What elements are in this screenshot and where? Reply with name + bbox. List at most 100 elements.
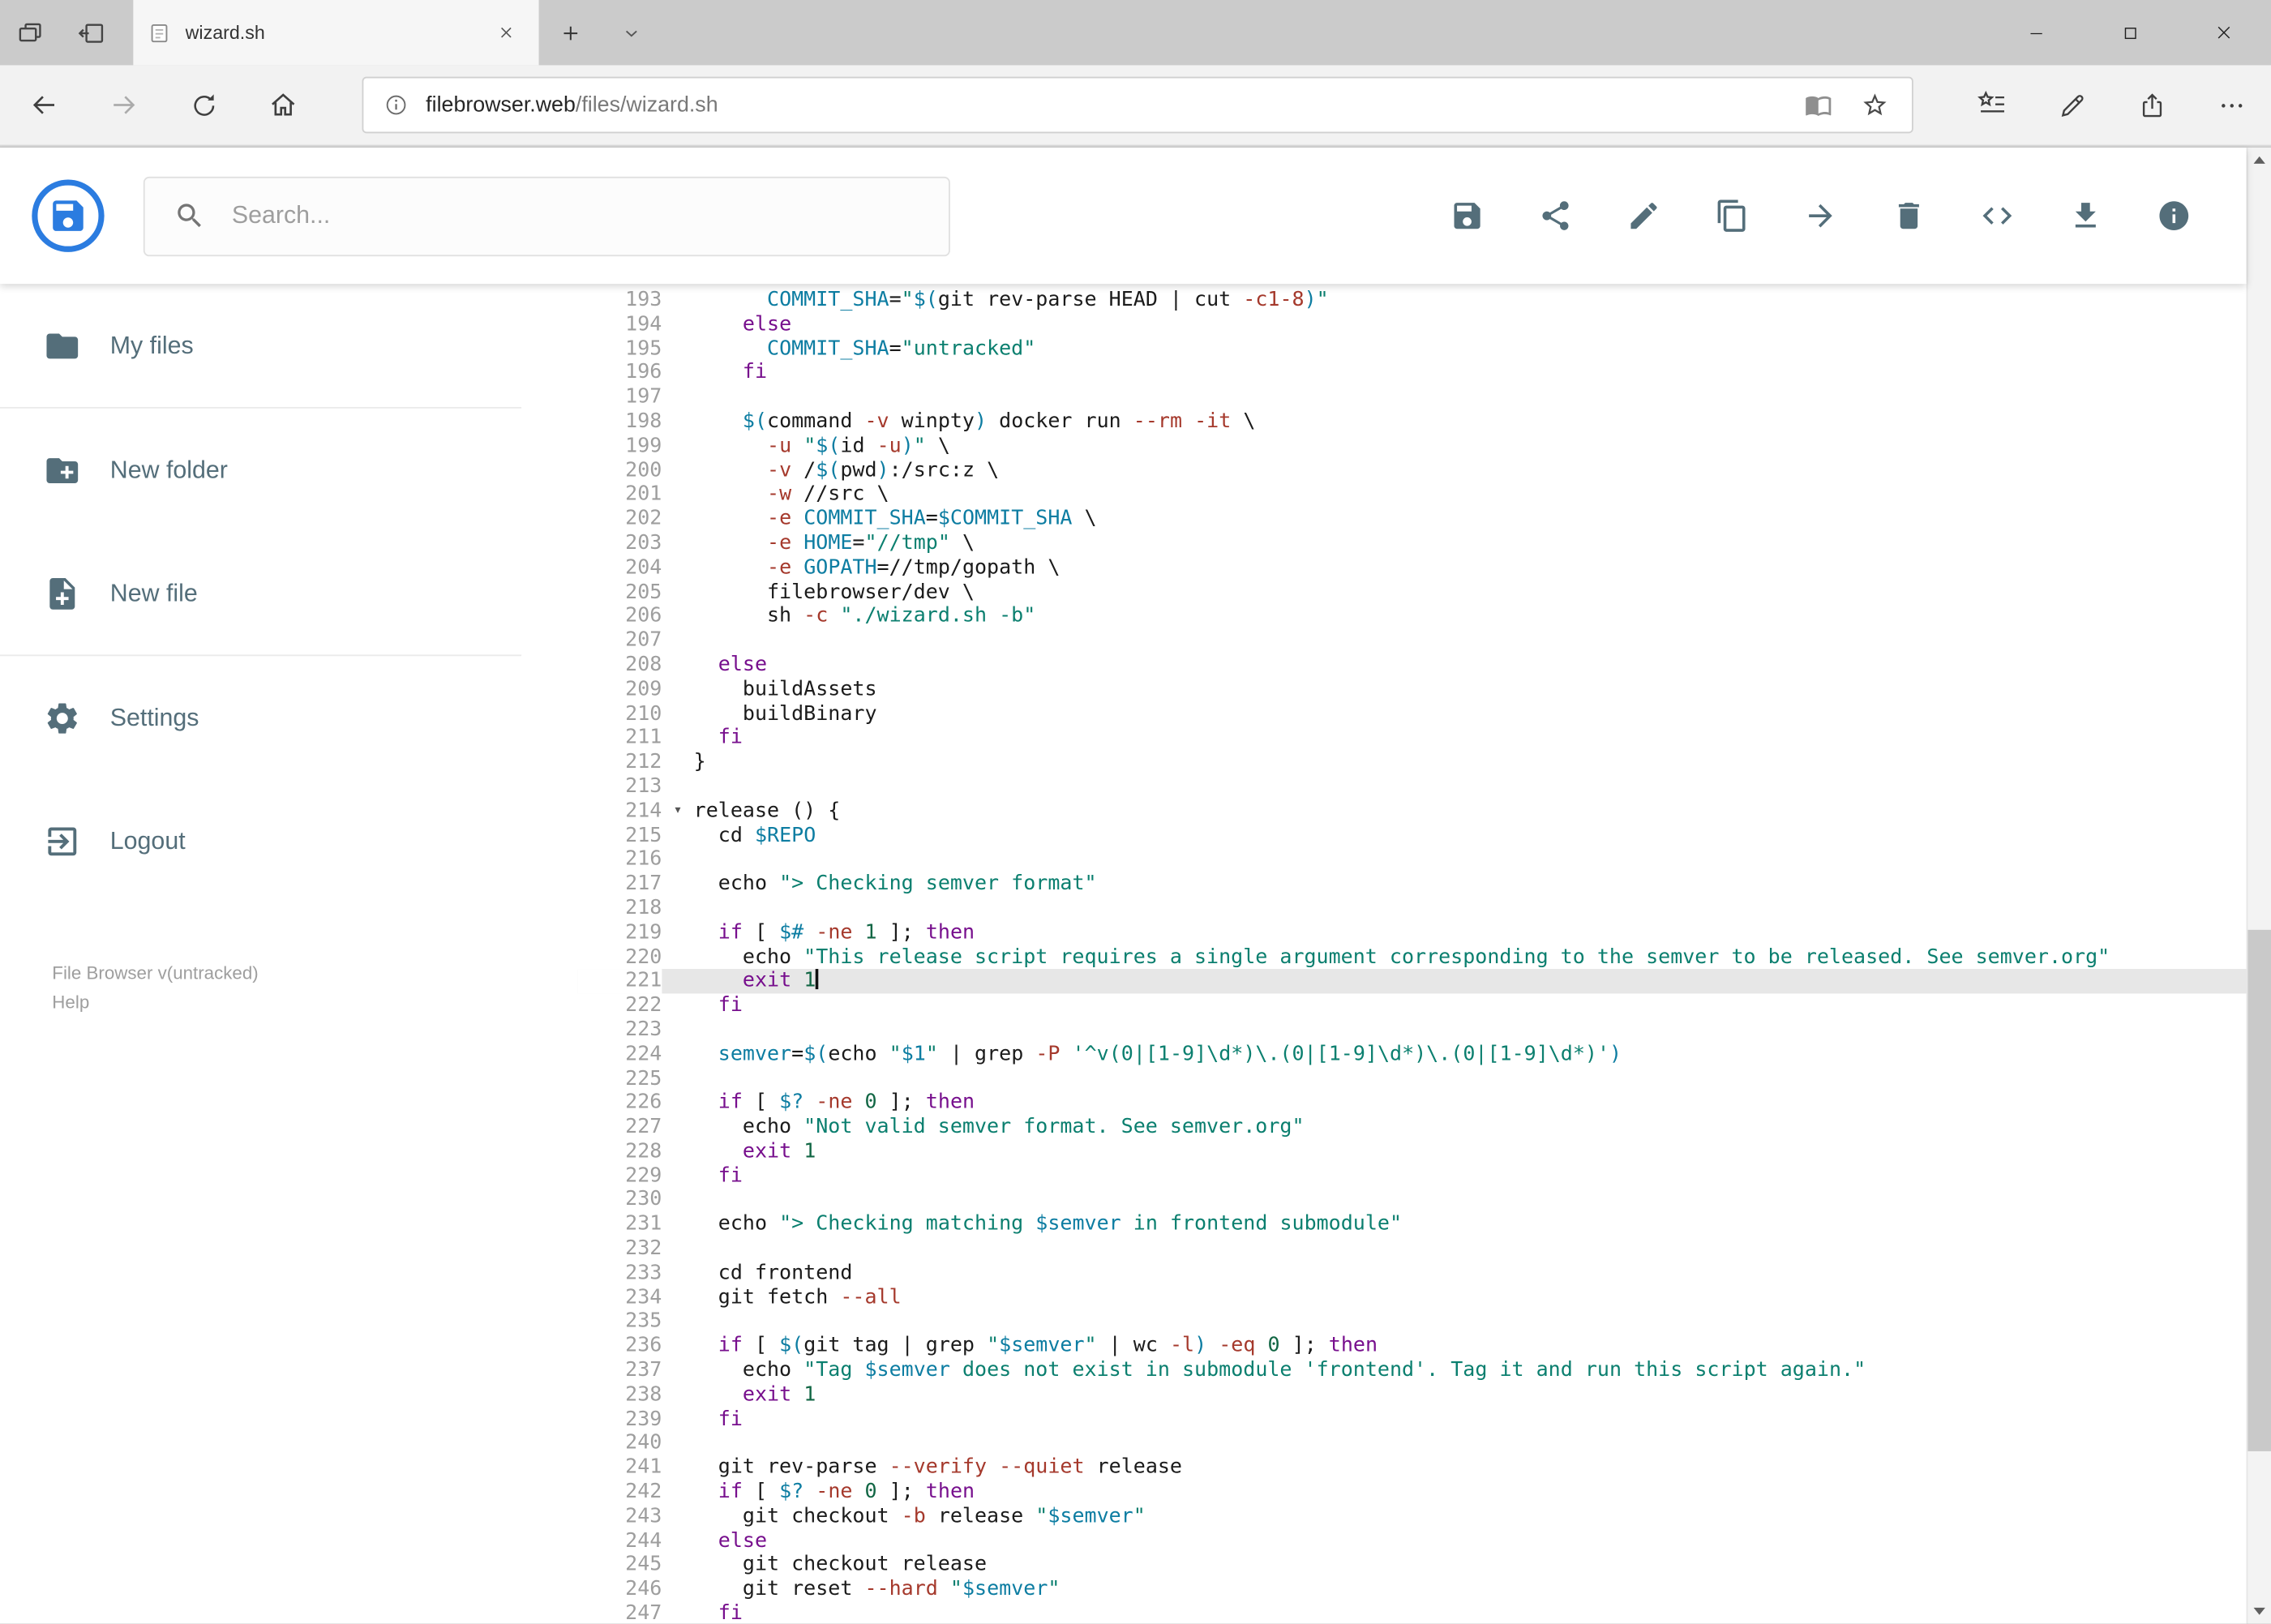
hub-button[interactable]	[1952, 65, 2032, 144]
code-line-231[interactable]: 231 echo "> Checking matching $semver in…	[577, 1212, 2247, 1237]
code-line-227[interactable]: 227 echo "Not valid semver format. See s…	[577, 1115, 2247, 1140]
code-line-193[interactable]: 193 COMMIT_SHA="$(git rev-parse HEAD | c…	[577, 288, 2247, 313]
tab-close-button[interactable]	[486, 14, 524, 51]
code-line-228[interactable]: 228 exit 1	[577, 1139, 2247, 1164]
code-text[interactable]: cd $REPO	[694, 824, 2247, 848]
close-window-button[interactable]	[2177, 0, 2271, 65]
code-line-219[interactable]: 219 if [ $# -ne 1 ]; then	[577, 920, 2247, 945]
code-line-235[interactable]: 235	[577, 1309, 2247, 1335]
sidebar-item-settings[interactable]: Settings	[0, 656, 521, 779]
code-line-239[interactable]: 239 fi	[577, 1407, 2247, 1432]
code-line-244[interactable]: 244 else	[577, 1528, 2247, 1553]
code-text[interactable]	[694, 897, 2247, 921]
code-line-241[interactable]: 241 git rev-parse --verify --quiet relea…	[577, 1455, 2247, 1480]
code-text[interactable]: git rev-parse --verify --quiet release	[694, 1456, 2247, 1480]
download-button[interactable]	[2054, 184, 2118, 248]
help-link[interactable]: Help	[52, 988, 258, 1017]
new-tab-button[interactable]	[539, 0, 603, 65]
code-text[interactable]: git reset --hard "$semver"	[694, 1578, 2247, 1602]
code-line-208[interactable]: 208 else	[577, 653, 2247, 678]
code-line-243[interactable]: 243 git checkout -b release "$semver"	[577, 1504, 2247, 1529]
code-line-201[interactable]: 201 -w //src \	[577, 482, 2247, 508]
code-line-216[interactable]: 216	[577, 847, 2247, 872]
code-text[interactable]: if [ $? -ne 0 ]; then	[694, 1480, 2247, 1505]
code-line-230[interactable]: 230	[577, 1188, 2247, 1213]
url-text[interactable]: filebrowser.web/files/wizard.sh	[426, 92, 1805, 117]
code-text[interactable]: fi	[694, 1602, 2247, 1624]
code-line-202[interactable]: 202 -e COMMIT_SHA=$COMMIT_SHA \	[577, 507, 2247, 532]
code-line-204[interactable]: 204 -e GOPATH=//tmp/gopath \	[577, 555, 2247, 581]
code-text[interactable]	[694, 1310, 2247, 1335]
code-line-242[interactable]: 242 if [ $? -ne 0 ]; then	[577, 1480, 2247, 1505]
filebrowser-logo[interactable]	[32, 179, 105, 252]
sidebar-item-new-folder[interactable]: New folder	[0, 409, 521, 532]
code-line-232[interactable]: 232	[577, 1236, 2247, 1262]
code-line-218[interactable]: 218	[577, 896, 2247, 921]
sidebar-item-logout[interactable]: Logout	[0, 779, 521, 902]
code-text[interactable]	[694, 775, 2247, 799]
code-text[interactable]: filebrowser/dev \	[694, 581, 2247, 605]
code-text[interactable]: fi	[694, 994, 2247, 1018]
page-info-button[interactable]	[383, 92, 408, 117]
more-button[interactable]	[2192, 65, 2271, 144]
code-text[interactable]: }	[694, 751, 2247, 775]
code-text[interactable]: $(command -v winpty) docker run --rm -it…	[694, 410, 2247, 435]
code-text[interactable]	[694, 1432, 2247, 1456]
back-button[interactable]	[4, 65, 84, 144]
code-text[interactable]	[694, 629, 2247, 653]
code-text[interactable]: echo "> Checking semver format"	[694, 872, 2247, 897]
code-text[interactable]	[694, 1237, 2247, 1262]
code-line-205[interactable]: 205 filebrowser/dev \	[577, 580, 2247, 605]
code-line-234[interactable]: 234 git fetch --all	[577, 1285, 2247, 1310]
code-area[interactable]: 193 COMMIT_SHA="$(git rev-parse HEAD | c…	[577, 288, 2247, 1624]
code-line-221[interactable]: 221 exit 1	[577, 969, 2247, 994]
maximize-button[interactable]	[2083, 0, 2177, 65]
code-text[interactable]: echo "> Checking matching $semver in fro…	[694, 1213, 2247, 1237]
code-text[interactable]: git checkout release	[694, 1553, 2247, 1578]
code-line-215[interactable]: 215 cd $REPO	[577, 823, 2247, 848]
code-line-246[interactable]: 246 git reset --hard "$semver"	[577, 1577, 2247, 1602]
code-text[interactable]: exit 1	[694, 1383, 2247, 1408]
code-line-222[interactable]: 222 fi	[577, 993, 2247, 1018]
code-line-209[interactable]: 209 buildAssets	[577, 677, 2247, 702]
search-box[interactable]	[143, 176, 950, 256]
code-text[interactable]: -e HOME="//tmp" \	[694, 532, 2247, 556]
code-text[interactable]: if [ $# -ne 1 ]; then	[694, 921, 2247, 945]
code-line-240[interactable]: 240	[577, 1431, 2247, 1456]
code-text[interactable]: COMMIT_SHA="untracked"	[694, 336, 2247, 361]
code-line-214[interactable]: 214 ▾ release () {	[577, 799, 2247, 824]
code-text[interactable]	[694, 1067, 2247, 1091]
code-line-245[interactable]: 245 git checkout release	[577, 1553, 2247, 1578]
code-line-195[interactable]: 195 COMMIT_SHA="untracked"	[577, 336, 2247, 362]
code-line-217[interactable]: 217 echo "> Checking semver format"	[577, 872, 2247, 897]
code-text[interactable]: fi	[694, 1164, 2247, 1189]
code-text[interactable]: -u "$(id -u)" \	[694, 435, 2247, 459]
code-text[interactable]: fi	[694, 361, 2247, 385]
reading-view-icon[interactable]	[1805, 92, 1832, 119]
code-text[interactable]: else	[694, 1529, 2247, 1553]
tab-wizard-sh[interactable]: wizard.sh	[133, 0, 539, 66]
code-text[interactable]: else	[694, 653, 2247, 678]
code-text[interactable]: release () {	[694, 799, 2247, 824]
fold-marker-icon[interactable]: ▾	[662, 799, 693, 824]
code-line-233[interactable]: 233 cd frontend	[577, 1261, 2247, 1286]
copy-button[interactable]	[1700, 184, 1764, 248]
refresh-button[interactable]	[164, 65, 243, 144]
code-text[interactable]: else	[694, 312, 2247, 336]
search-input[interactable]	[229, 199, 949, 232]
code-text[interactable]	[694, 1189, 2247, 1213]
forward-button[interactable]	[84, 65, 164, 144]
vertical-scrollbar[interactable]	[2246, 148, 2271, 1624]
rename-button[interactable]	[1612, 184, 1676, 248]
move-button[interactable]	[1789, 184, 1853, 248]
share-button[interactable]	[2111, 65, 2191, 144]
code-text[interactable]: echo "Tag $semver does not exist in subm…	[694, 1359, 2247, 1383]
scroll-up-button[interactable]	[2247, 148, 2271, 172]
code-line-198[interactable]: 198 $(command -v winpty) docker run --rm…	[577, 409, 2247, 435]
info-button[interactable]	[2142, 184, 2206, 248]
scrollbar-thumb[interactable]	[2247, 929, 2271, 1451]
code-line-212[interactable]: 212}	[577, 750, 2247, 775]
code-line-237[interactable]: 237 echo "Tag $semver does not exist in …	[577, 1358, 2247, 1383]
code-text[interactable]: semver=$(echo "$1" | grep -P '^v(0|[1-9]…	[694, 1043, 2247, 1067]
code-text[interactable]: buildBinary	[694, 702, 2247, 726]
